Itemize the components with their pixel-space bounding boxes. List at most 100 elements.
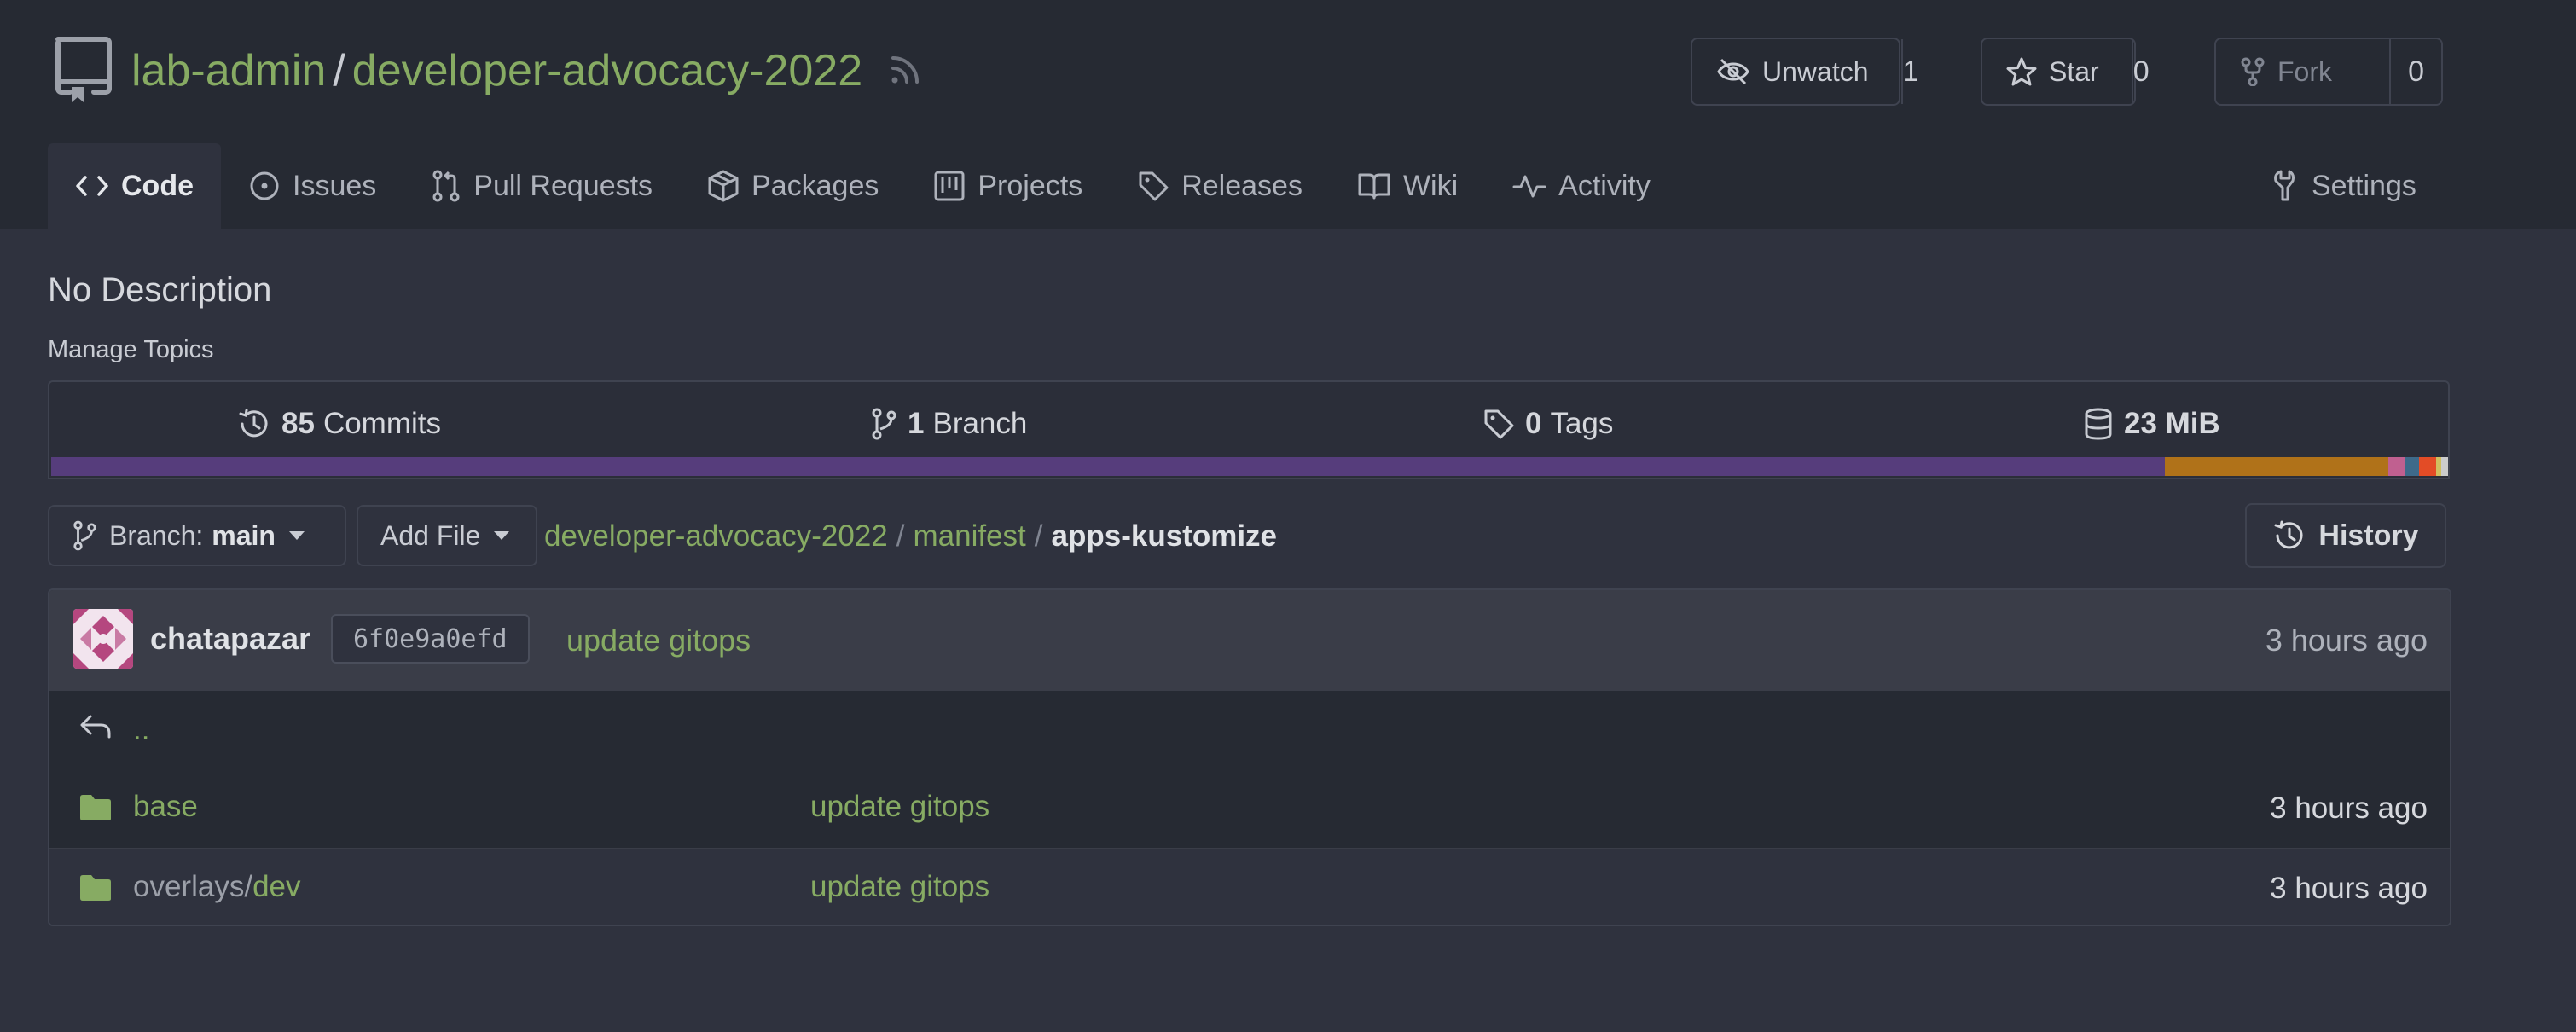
breadcrumb-separator: /	[896, 519, 905, 553]
reply-arrow-icon	[80, 715, 111, 739]
language-bar-segment[interactable]	[2440, 457, 2448, 476]
file-commit-message-link[interactable]: update gitops	[810, 870, 989, 904]
add-file-label: Add File	[380, 519, 481, 551]
tags-stat[interactable]: 0 Tags	[1482, 397, 1613, 450]
latest-commit-row: chatapazar 6f0e9a0efd update gitops 3 ho…	[49, 590, 2450, 691]
tab-code[interactable]: Code	[48, 143, 221, 229]
star-button[interactable]: Star	[1982, 39, 2133, 104]
tab-settings[interactable]: Settings	[2243, 143, 2444, 229]
issue-icon	[250, 171, 279, 200]
tab-releases[interactable]: Releases	[1110, 143, 1330, 229]
tab-activity[interactable]: Activity	[1485, 143, 1678, 229]
branches-stat[interactable]: 1 Branch	[870, 397, 1027, 450]
folder-link[interactable]: base	[133, 790, 198, 824]
language-bar[interactable]	[51, 457, 2448, 476]
file-commit-time: 3 hours ago	[2270, 872, 2428, 905]
identicon-icon	[73, 609, 133, 669]
unwatch-button[interactable]: Unwatch	[1692, 39, 1903, 104]
fork-label: Fork	[2277, 55, 2332, 87]
tag-icon	[1484, 409, 1514, 439]
parent-directory-link[interactable]: ..	[133, 713, 149, 747]
tab-issues[interactable]: Issues	[221, 143, 403, 229]
breadcrumb-repo-link[interactable]: developer-advocacy-2022	[544, 519, 888, 554]
tags-label: Tags	[1550, 407, 1614, 440]
tab-label: Packages	[751, 169, 879, 202]
manage-topics-link[interactable]: Manage Topics	[48, 336, 214, 364]
repo-owner-link[interactable]: lab-admin	[131, 45, 326, 96]
tab-label: Activity	[1558, 169, 1651, 202]
forks-count[interactable]: 0	[2391, 39, 2441, 104]
size-stat: 23 MiB	[2083, 397, 2229, 450]
code-icon	[76, 176, 108, 196]
repository-icon	[55, 37, 112, 102]
fork-button[interactable]: Fork	[2216, 39, 2392, 104]
commit-time: 3 hours ago	[2265, 623, 2428, 658]
fork-button-group: Fork 0	[2214, 38, 2443, 106]
commit-sha-link[interactable]: 6f0e9a0efd	[331, 614, 530, 664]
repo-name-link[interactable]: developer-advocacy-2022	[352, 45, 862, 96]
rss-feed-icon[interactable]	[886, 53, 922, 89]
commit-author-link[interactable]: chatapazar	[150, 621, 310, 657]
book-icon	[1358, 173, 1390, 200]
commits-label: Commits	[322, 407, 441, 440]
commits-stat[interactable]: 85 Commits	[237, 397, 441, 450]
folder-link[interactable]: overlays/dev	[133, 870, 301, 904]
repo-tabs: Code Issues Pull Requests Packages Proje…	[48, 143, 1678, 229]
language-bar-segment[interactable]	[2405, 457, 2420, 476]
folder-icon	[80, 875, 111, 901]
repo-title-separator: /	[333, 46, 345, 96]
tab-label: Issues	[293, 169, 377, 202]
tab-label: Settings	[2312, 169, 2416, 202]
tab-pull-requests[interactable]: Pull Requests	[403, 143, 680, 229]
add-file-button[interactable]: Add File	[357, 505, 537, 566]
tab-label: Pull Requests	[473, 169, 653, 202]
file-commit-message-link[interactable]: update gitops	[810, 790, 989, 824]
repo-header: lab-admin / developer-advocacy-2022 Unwa…	[0, 0, 2576, 229]
tab-label: Wiki	[1402, 169, 1459, 202]
commit-message-link[interactable]: update gitops	[566, 623, 751, 658]
tags-count: 0	[1525, 407, 1542, 440]
project-icon	[934, 171, 965, 201]
repo-size: 23 MiB	[2124, 407, 2220, 440]
language-bar-segment[interactable]	[2387, 457, 2405, 476]
star-label: Star	[2049, 55, 2099, 87]
parent-directory-row[interactable]: ..	[49, 691, 2450, 769]
watchers-count[interactable]: 1	[1903, 39, 1919, 104]
avatar[interactable]	[73, 609, 133, 669]
eye-slash-icon	[1717, 58, 1749, 85]
pulse-icon	[1512, 175, 1546, 198]
tab-label: Releases	[1181, 169, 1303, 202]
table-row: overlays/dev update gitops 3 hours ago	[49, 848, 2450, 925]
package-icon	[708, 170, 739, 202]
tab-packages[interactable]: Packages	[680, 143, 906, 229]
branch-selector-button[interactable]: Branch: main	[48, 505, 346, 566]
breadcrumb: developer-advocacy-2022 / manifest / app…	[544, 515, 1277, 558]
language-bar-segment[interactable]	[2419, 457, 2436, 476]
tab-label: Projects	[978, 169, 1083, 202]
table-row: base update gitops 3 hours ago	[49, 769, 2450, 848]
branch-prefix: Branch:	[109, 519, 204, 551]
history-button[interactable]: History	[2245, 503, 2446, 568]
chevron-down-icon	[288, 531, 305, 540]
branch-name: main	[212, 519, 276, 551]
history-icon	[239, 409, 268, 438]
tab-wiki[interactable]: Wiki	[1330, 143, 1485, 229]
folder-name: dev	[252, 870, 301, 903]
tag-icon	[1139, 171, 1169, 201]
commits-count: 85	[281, 407, 315, 440]
database-icon	[2085, 408, 2112, 440]
stars-count[interactable]: 0	[2133, 39, 2150, 104]
history-label: History	[2318, 519, 2419, 552]
language-bar-segment[interactable]	[51, 457, 2166, 476]
tab-projects[interactable]: Projects	[906, 143, 1110, 229]
chevron-down-icon	[494, 531, 510, 540]
breadcrumb-separator: /	[1034, 519, 1043, 553]
breadcrumb-manifest-link[interactable]: manifest	[914, 519, 1026, 554]
language-bar-segment[interactable]	[2165, 457, 2388, 476]
branches-label: Branch	[932, 407, 1028, 440]
folder-icon	[80, 795, 111, 820]
watch-button-group: Unwatch 1	[1691, 38, 1918, 106]
file-list: chatapazar 6f0e9a0efd update gitops 3 ho…	[48, 588, 2451, 926]
pull-request-icon	[432, 170, 460, 202]
branch-icon	[872, 408, 896, 440]
